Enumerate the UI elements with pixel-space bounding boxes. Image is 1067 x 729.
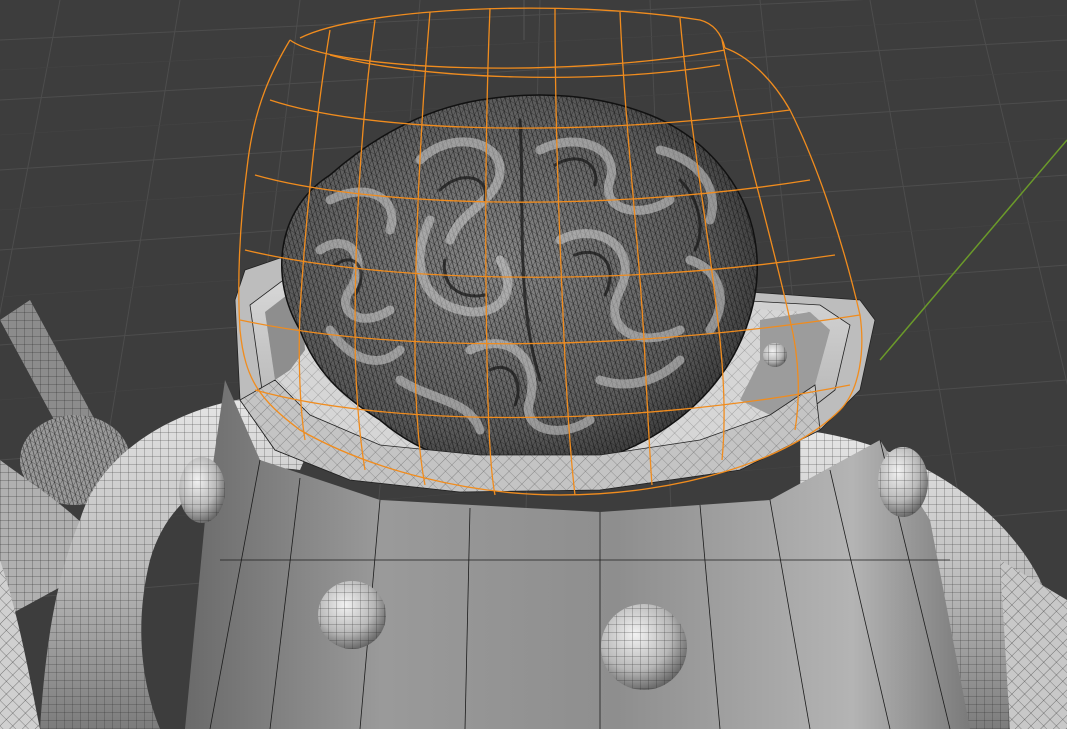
rivet-sphere-front-left[interactable] [318, 581, 386, 649]
rivet-sphere-front-right[interactable] [601, 604, 687, 690]
rivet-sphere-inner[interactable] [763, 343, 787, 367]
viewport-canvas[interactable] [0, 0, 1067, 729]
rivet-sphere-left[interactable] [179, 457, 225, 523]
rivet-sphere-right[interactable] [878, 447, 928, 517]
3d-viewport[interactable] [0, 0, 1067, 729]
